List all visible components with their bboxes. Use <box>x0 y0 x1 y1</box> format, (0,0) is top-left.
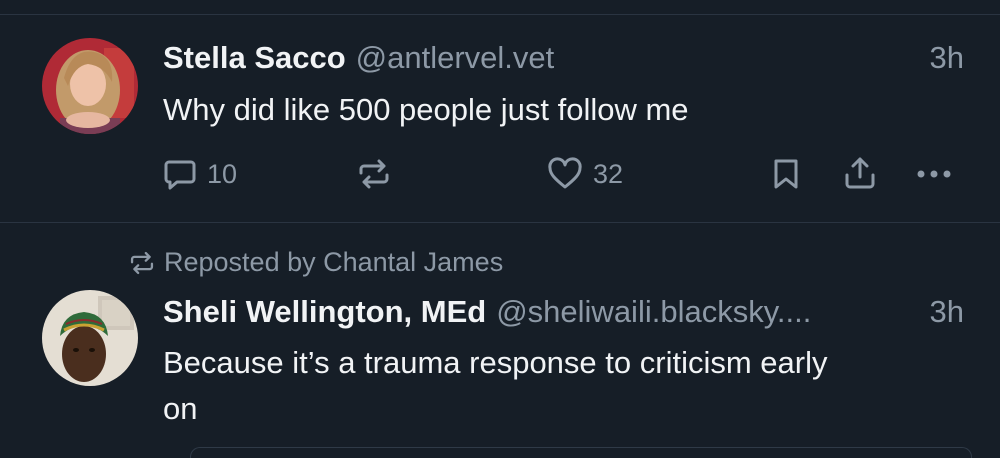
reposted-by-text: Reposted by Chantal James <box>164 247 504 277</box>
post-header: Stella Sacco @antlervel.vet <box>163 40 554 76</box>
post-text: Why did like 500 people just follow me <box>163 92 689 127</box>
embedded-card-edge <box>190 447 972 458</box>
reply-button[interactable]: 10 <box>163 157 237 191</box>
avatar-stella-image <box>42 38 138 134</box>
author-name[interactable]: Sheli Wellington, MEd <box>163 294 486 329</box>
more-options-button[interactable] <box>915 157 953 191</box>
heart-icon <box>548 157 582 189</box>
speech-bubble-icon <box>164 160 196 190</box>
avatar-sheli-image <box>42 290 138 386</box>
author-handle[interactable]: @antlervel.vet <box>356 40 555 75</box>
post-time[interactable]: 3h <box>930 294 964 330</box>
reply-count: 10 <box>207 158 238 189</box>
repost-arrows-icon <box>359 159 389 189</box>
post-stella-sacco[interactable]: Stella Sacco @antlervel.vet 3h Why did li… <box>0 15 1000 221</box>
bookmark-icon <box>774 159 798 189</box>
like-count: 32 <box>593 158 624 189</box>
post-text: Because it’s a trauma response to critic… <box>163 340 827 432</box>
like-button[interactable]: 32 <box>547 157 623 191</box>
repost-small-icon <box>130 251 154 274</box>
repost-indicator[interactable]: Reposted by Chantal James <box>128 247 503 278</box>
bookmark-button[interactable] <box>771 157 801 191</box>
repost-button[interactable] <box>357 157 391 191</box>
share-button[interactable] <box>843 155 877 191</box>
avatar[interactable] <box>42 290 138 386</box>
post-header: Sheli Wellington, MEd @sheliwaili.blacksk… <box>163 294 811 330</box>
post-text-line: Because it’s a trauma response to critic… <box>163 345 828 380</box>
post-text-line: on <box>163 391 198 426</box>
author-name[interactable]: Stella Sacco <box>163 40 346 75</box>
share-upload-icon <box>845 157 875 189</box>
post-time[interactable]: 3h <box>930 40 964 76</box>
avatar[interactable] <box>42 38 138 134</box>
ellipsis-icon <box>917 170 951 178</box>
post-divider <box>0 222 1000 223</box>
author-handle[interactable]: @sheliwaili.blacksky.... <box>496 294 811 329</box>
